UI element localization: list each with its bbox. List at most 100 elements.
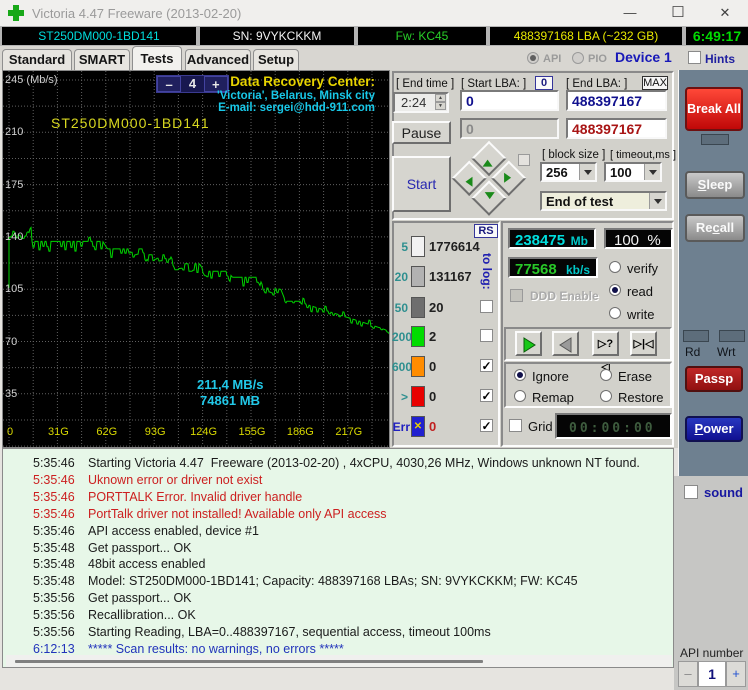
max-lba-button[interactable]: MAX xyxy=(642,76,668,90)
tab-setup[interactable]: Setup xyxy=(253,49,299,70)
passp-button[interactable]: Passp xyxy=(685,366,743,392)
log-message: Get passport... OK xyxy=(88,591,192,606)
back-button[interactable] xyxy=(552,331,579,356)
bucket-swatch-Err: ✕ xyxy=(411,416,425,437)
minimize-button[interactable]: — xyxy=(607,0,653,26)
timeout-combo[interactable]: 100 xyxy=(604,162,662,182)
remap-label: Remap xyxy=(532,390,574,405)
ignore-radio[interactable] xyxy=(514,369,526,381)
test-controls: [ End time ] 2:24 ▲ ▼ [ Start LBA: ] 0 [… xyxy=(390,70,678,448)
ddd-checkbox[interactable] xyxy=(510,289,523,302)
hints-checkbox[interactable] xyxy=(688,51,701,64)
erase-radio[interactable] xyxy=(600,369,612,381)
tab-standard[interactable]: Standard xyxy=(2,49,72,70)
rd-indicator xyxy=(683,330,709,342)
x-tick-label: 31G xyxy=(47,426,69,438)
start-button[interactable]: Start xyxy=(392,156,451,212)
end-time-field[interactable]: 2:24 ▲ ▼ xyxy=(393,92,449,113)
restore-radio[interactable] xyxy=(600,390,612,402)
maximize-button[interactable]: ☐ xyxy=(655,0,701,26)
log-timestamp: 5:35:56 xyxy=(33,625,75,639)
tab-tests[interactable]: Tests xyxy=(132,46,182,70)
timeout-arrow[interactable] xyxy=(644,164,660,180)
log-hscroll-thumb[interactable] xyxy=(15,660,483,663)
sound-checkbox[interactable] xyxy=(684,485,698,499)
speed-lcd: 77568 kb/s xyxy=(508,257,598,278)
grid-label: Grid xyxy=(528,419,553,434)
bucket-label-5: 5 xyxy=(401,240,408,254)
read-radio[interactable] xyxy=(609,284,621,296)
drive-firmware: Fw: KC45 xyxy=(358,27,486,45)
play-button[interactable] xyxy=(515,331,542,356)
bucket-label-600: 600 xyxy=(392,360,413,374)
log-message: Starting Victoria 4.47 Freeware (2013-02… xyxy=(88,456,640,470)
x-tick-label: 155G xyxy=(238,426,266,438)
bucket-log-checkbox-50[interactable] xyxy=(480,300,493,313)
end-of-test-arrow[interactable] xyxy=(649,193,665,209)
log-timestamp: 5:35:56 xyxy=(33,608,75,623)
bucket-value->: 0 xyxy=(429,389,437,404)
sleep-button[interactable]: Sleep xyxy=(685,171,745,199)
end-of-test-combo[interactable]: End of test xyxy=(540,191,667,211)
bucket-swatch-20 xyxy=(411,266,425,287)
bucket-log-checkbox->[interactable]: ✓ xyxy=(480,389,493,402)
grid-checkbox[interactable] xyxy=(509,419,522,432)
tab-smart[interactable]: SMART xyxy=(74,49,130,70)
pause-button[interactable]: Pause xyxy=(392,121,451,144)
seek-checkbox[interactable] xyxy=(518,154,530,166)
hints-label: Hints xyxy=(705,52,735,66)
tab-advanced[interactable]: Advanced xyxy=(185,49,251,70)
end-time-down[interactable]: ▼ xyxy=(435,102,446,110)
bucket-log-checkbox-200[interactable] xyxy=(480,329,493,342)
recall-button[interactable]: Recall xyxy=(685,214,745,242)
log-timestamp: 5:35:46 xyxy=(33,456,75,470)
bucket-label-200: 200 xyxy=(392,330,413,344)
verify-radio[interactable] xyxy=(609,261,621,273)
start-lba-input[interactable]: 0 xyxy=(460,90,559,111)
rd-label: Rd xyxy=(685,345,701,359)
power-button[interactable]: Power xyxy=(685,416,743,442)
log-message: Recallibration... OK xyxy=(88,608,196,623)
api-number-plus[interactable]: + xyxy=(726,661,746,687)
block-size-label: [ block size ] xyxy=(542,149,606,161)
busy-indicator xyxy=(701,134,729,145)
api-number-minus[interactable]: – xyxy=(678,661,698,687)
log-message: ***** Scan results: no warnings, no erro… xyxy=(88,641,344,656)
recall-label: Recall xyxy=(695,220,735,235)
step-button[interactable]: ▷|◁ xyxy=(630,331,657,356)
pio-radio[interactable] xyxy=(572,52,584,64)
log-message: Get passport... OK xyxy=(88,540,192,555)
sleep-label: Sleep xyxy=(697,177,733,192)
title-bar: Victoria 4.47 Freeware (2013-02-20) — ☐ … xyxy=(0,0,748,26)
branding-title: Data Recovery Center: xyxy=(230,74,375,89)
close-button[interactable]: ✕ xyxy=(702,0,748,26)
log-message: PORTTALK Error. Invalid driver handle xyxy=(88,489,303,504)
rs-button[interactable]: RS xyxy=(474,224,498,238)
log-timestamp: 5:35:46 xyxy=(33,523,75,538)
log-message: 48bit access enabled xyxy=(88,557,206,572)
end-time-up[interactable]: ▲ xyxy=(435,94,446,102)
remap-radio[interactable] xyxy=(514,390,526,402)
zero-lba-button[interactable]: 0 xyxy=(535,76,553,90)
log-message: Model: ST250DM000-1BD141; Capacity: 4883… xyxy=(88,574,578,589)
api-radio[interactable] xyxy=(527,52,539,64)
write-radio[interactable] xyxy=(609,307,621,319)
zoom-out-button[interactable]: – xyxy=(157,76,182,92)
end-lba-input[interactable]: 488397167 xyxy=(566,90,667,111)
clock: 6:49:17 xyxy=(686,27,748,45)
side-button-column: Break All Sleep Recall Rd Wrt Passp Powe… xyxy=(678,70,748,476)
bucket-label-Err: Err xyxy=(392,420,410,434)
x-tick-label: 93G xyxy=(144,426,166,438)
break-all-button[interactable]: Break All xyxy=(685,87,743,131)
bucket-log-checkbox-600[interactable]: ✓ xyxy=(480,359,493,372)
bucket-swatch-5 xyxy=(411,236,425,257)
seek-test-button[interactable]: ▷?◁ xyxy=(592,331,619,373)
block-size-combo[interactable]: 256 xyxy=(540,162,597,182)
bucket-label-50: 50 xyxy=(394,301,408,315)
log-hscrollbar[interactable] xyxy=(6,655,672,667)
block-size-arrow[interactable] xyxy=(579,164,595,180)
bucket-swatch-50 xyxy=(411,297,425,318)
wrt-label: Wrt xyxy=(717,345,736,359)
drive-capacity: 488397168 LBA (~232 GB) xyxy=(490,27,682,45)
bucket-log-checkbox-Err[interactable]: ✓ xyxy=(480,419,493,432)
